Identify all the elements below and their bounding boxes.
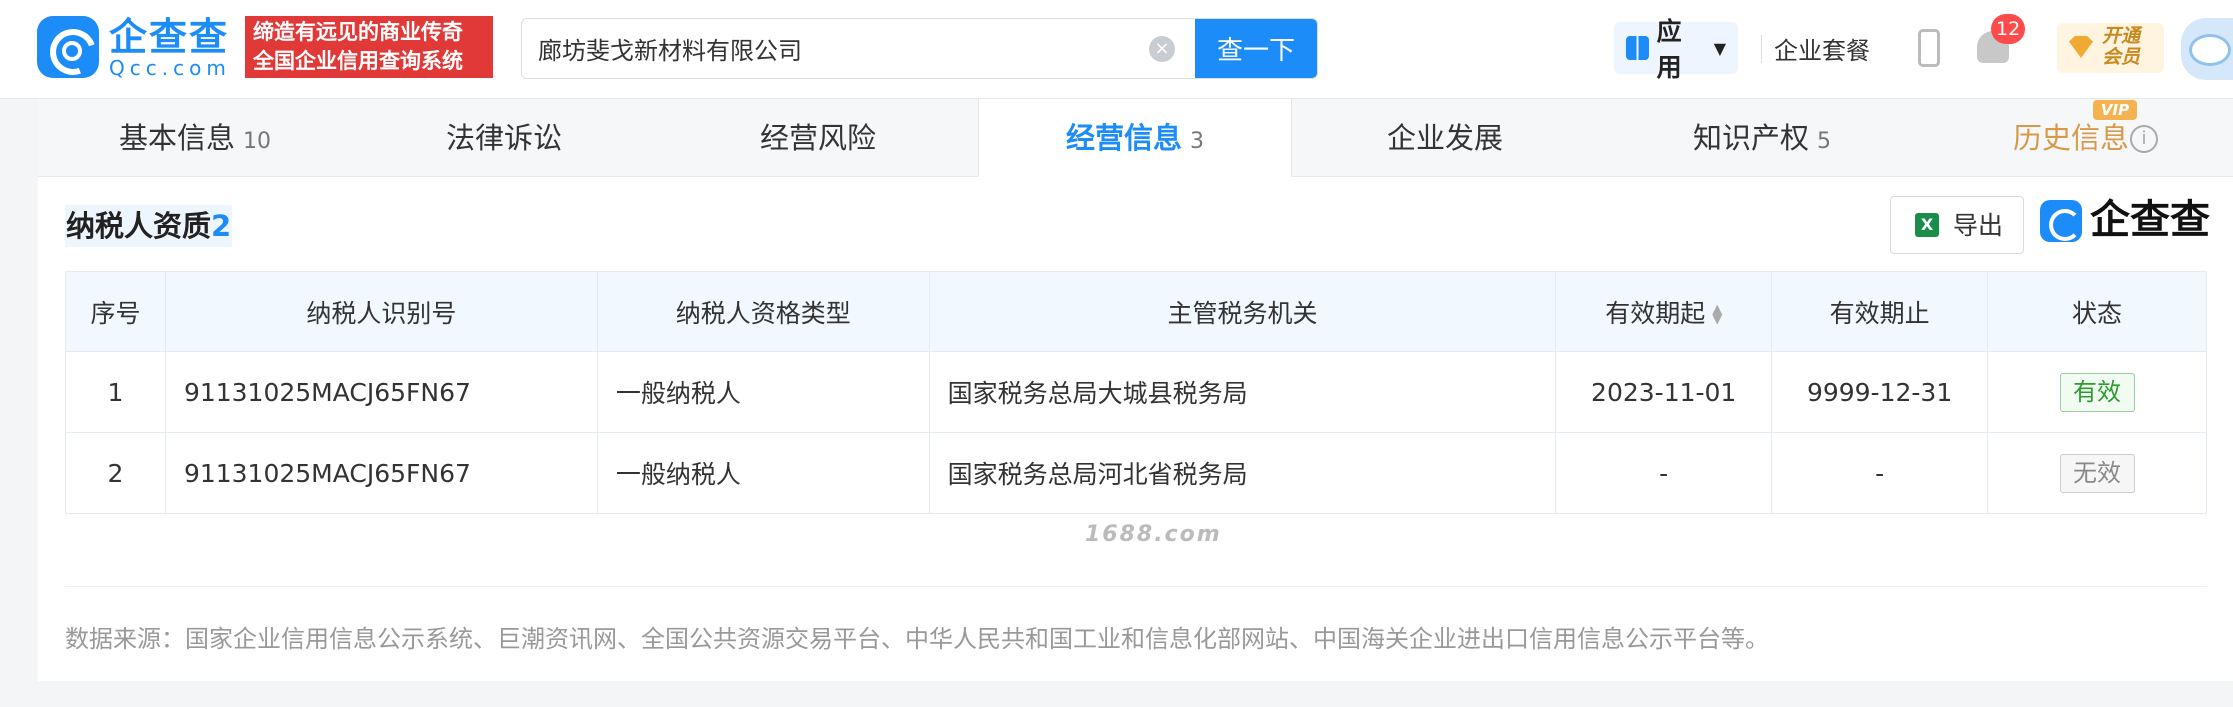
company-search: × 查一下	[521, 18, 1318, 79]
table-row: 2 91131025MACJ65FN67 一般纳税人 国家税务总局河北省税务局 …	[65, 432, 2207, 514]
tab-business-info[interactable]: 经营信息 3	[978, 99, 1292, 177]
logo-english: Qcc.com	[109, 56, 231, 80]
vip-label-line-1: 开通	[2102, 25, 2141, 47]
column-header: 纳税人资格类型	[596, 271, 930, 352]
taxpayer-table: 序号 纳税人识别号 纳税人资格类型 主管税务机关 有效期起 ▲ ▼ 有效期止 状态 …	[65, 271, 2207, 514]
table-row: 1 91131025MACJ65FN67 一般纳税人 国家税务总局大城县税务局 …	[65, 351, 2207, 433]
taxpayer-id: 91131025MACJ65FN67	[164, 432, 598, 514]
tab-count: 3	[1190, 129, 1204, 154]
search-input[interactable]	[522, 19, 1149, 78]
search-button[interactable]: 查一下	[1195, 19, 1317, 78]
row-number: 1	[65, 351, 166, 433]
nav-divider	[1761, 35, 1762, 63]
column-header: 状态	[1987, 271, 2207, 352]
status-badge: 无效	[2059, 453, 2135, 493]
row-number: 2	[65, 432, 166, 514]
table-header-row: 序号 纳税人识别号 纳税人资格类型 主管税务机关 有效期起 ▲ ▼ 有效期止 状态	[65, 271, 2207, 352]
apps-label: 应用	[1656, 17, 1682, 82]
tab-basic-info[interactable]: 基本信息 10	[38, 99, 352, 177]
valid-from: -	[1555, 432, 1773, 514]
vip-tag: VIP	[2093, 100, 2137, 120]
column-header: 有效期止	[1771, 271, 1989, 352]
export-label: 导出	[1953, 211, 2004, 240]
sort-icon[interactable]: ▲ ▼	[1712, 303, 1722, 326]
notification-badge: 12	[1991, 14, 2026, 44]
valid-from: 2023-11-01	[1555, 351, 1773, 433]
logo-chinese: 企查查	[109, 15, 230, 59]
taxpayer-type: 一般纳税人	[596, 432, 930, 514]
status-badge: 有效	[2059, 372, 2135, 412]
brand-icon	[2040, 200, 2082, 242]
taxpayer-qualification-panel: 纳税人资质2 X 导出 企查查 序号 纳税人识别号 纳税人资格类型 主管税务机关…	[38, 177, 2233, 681]
company-tabs: 基本信息 10 法律诉讼 经营风险 经营信息 3 企业发展 知识产权 5 历史信息	[38, 99, 2233, 177]
column-header: 主管税务机关	[928, 271, 1557, 352]
status-cell: 有效	[1987, 351, 2207, 433]
valid-until: -	[1771, 432, 1989, 514]
chevron-down-icon: ▼	[1713, 38, 1726, 58]
tab-intellectual-property[interactable]: 知识产权 5	[1605, 99, 1919, 177]
tab-enterprise-development[interactable]: 企业发展	[1292, 99, 1606, 177]
column-header: 纳税人识别号	[164, 271, 598, 352]
logo-text: 企查查 Qcc.com	[109, 16, 239, 78]
tab-label: 经营信息	[1065, 121, 1182, 155]
slogan-line-2: 全国企业信用查询系统	[253, 49, 463, 73]
tab-business-risk[interactable]: 经营风险	[665, 99, 979, 177]
export-button[interactable]: X 导出	[1890, 196, 2024, 254]
qcc-logo[interactable]: 企查查 Qcc.com 缔造有远见的商业传奇 全国企业信用查询系统	[37, 16, 493, 78]
tab-history-info[interactable]: 历史信息	[1918, 99, 2232, 177]
watermark-text: 1688.com	[1085, 522, 1222, 547]
tab-label: 基本信息	[118, 121, 235, 155]
avatar-icon[interactable]	[2181, 18, 2233, 80]
tax-authority: 国家税务总局河北省税务局	[928, 432, 1557, 514]
apps-menu[interactable]: 应用 ▼	[1614, 17, 1738, 82]
taxpayer-id: 91131025MACJ65FN67	[164, 351, 598, 433]
tab-count: 5	[1817, 129, 1831, 154]
vip-gem-icon	[2069, 36, 2093, 58]
info-icon[interactable]: i	[2130, 125, 2158, 153]
slogan-line-1: 缔造有远见的商业传奇	[253, 20, 463, 44]
section-divider	[65, 586, 2207, 587]
section-count: 2	[211, 209, 232, 243]
vip-label-line-2: 会员	[2102, 46, 2141, 68]
data-source-note: 数据来源：国家企业信用信息公示系统、巨潮资讯网、全国公共资源交易平台、中华人民共…	[65, 625, 1769, 653]
section-title-text: 纳税人资质	[66, 209, 212, 243]
tab-label: 历史信息	[2012, 121, 2129, 155]
apps-icon	[1626, 36, 1649, 60]
qcc-logo-icon	[37, 16, 99, 78]
valid-from-header[interactable]: 有效期起 ▲ ▼	[1555, 271, 1773, 352]
phone-icon[interactable]	[1918, 29, 1940, 67]
clear-icon[interactable]: ×	[1149, 36, 1175, 62]
section-title: 纳税人资质2	[65, 205, 233, 247]
tab-label: 法律诉讼	[445, 121, 562, 155]
status-cell: 无效	[1987, 432, 2207, 514]
slogan-banner: 缔造有远见的商业传奇 全国企业信用查询系统	[245, 16, 493, 78]
enterprise-suite-link[interactable]: 企业套餐	[1774, 22, 1870, 74]
brand-name: 企查查	[2090, 197, 2210, 243]
open-vip-button[interactable]: 开通 会员	[2057, 23, 2164, 73]
tab-label: 企业发展	[1386, 121, 1503, 155]
taxpayer-type: 一般纳税人	[596, 351, 930, 433]
tab-label: 知识产权	[1692, 121, 1809, 155]
tab-count: 10	[243, 129, 271, 154]
tax-authority: 国家税务总局大城县税务局	[928, 351, 1557, 433]
tab-legal-litigation[interactable]: 法律诉讼	[351, 99, 665, 177]
column-header: 序号	[65, 271, 166, 352]
vip-label: 开通 会员	[2102, 26, 2140, 68]
tab-label: 经营风险	[759, 121, 876, 155]
column-header-label: 有效期起	[1605, 298, 1706, 328]
top-header: 企查查 Qcc.com 缔造有远见的商业传奇 全国企业信用查询系统 × 查一下 …	[0, 0, 2233, 99]
valid-until: 9999-12-31	[1771, 351, 1989, 433]
excel-icon: X	[1915, 213, 1939, 237]
